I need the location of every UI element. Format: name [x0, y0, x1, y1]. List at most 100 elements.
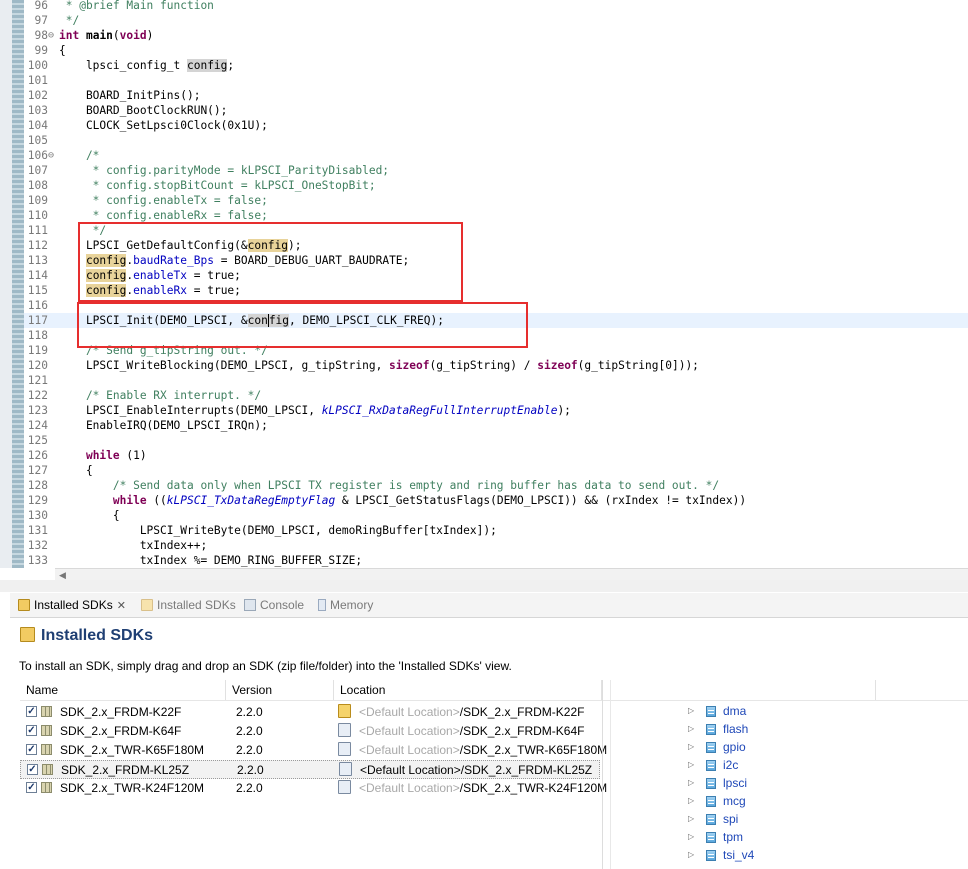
panel-divider[interactable] — [0, 580, 968, 592]
code-line[interactable]: 132 txIndex++; — [24, 538, 968, 553]
code-line[interactable]: 109 * config.enableTx = false; — [24, 193, 968, 208]
tree-item-label: mcg — [723, 794, 746, 808]
tab-memory[interactable]: Memory — [318, 593, 373, 617]
archive-icon — [338, 742, 351, 756]
code-line[interactable]: 103 BOARD_BootClockRUN(); — [24, 103, 968, 118]
line-number: 122 — [27, 389, 48, 402]
code-line[interactable]: 123 LPSCI_EnableInterrupts(DEMO_LPSCI, k… — [24, 403, 968, 418]
sdk-icon — [141, 599, 153, 611]
line-number: 130 — [27, 509, 48, 522]
code-line[interactable]: 110 * config.enableRx = false; — [24, 208, 968, 223]
code-line[interactable]: 98 ⊖ int main(void) — [24, 28, 968, 43]
sdk-checkbox[interactable]: ✓ — [26, 744, 37, 755]
folder-icon — [338, 704, 351, 718]
code-line[interactable]: 100 lpsci_config_t config; — [24, 58, 968, 73]
code-text: * config.enableTx = false; — [59, 193, 268, 208]
expand-arrow-icon[interactable]: ▷ — [688, 760, 694, 769]
code-token: ; — [227, 59, 235, 72]
code-line[interactable]: 99 { — [24, 43, 968, 58]
expand-arrow-icon[interactable]: ▷ — [688, 832, 694, 841]
code-line[interactable]: 104 CLOCK_SetLpsci0Clock(0x1U); — [24, 118, 968, 133]
code-line[interactable]: 127 { — [24, 463, 968, 478]
expand-arrow-icon[interactable]: ▷ — [688, 850, 694, 859]
code-line[interactable]: 126 while (1) — [24, 448, 968, 463]
code-line[interactable]: 108 * config.stopBitCount = kLPSCI_OneSt… — [24, 178, 968, 193]
table-row[interactable]: ✓ SDK_2.x_FRDM-K22F 2.2.0 <Default Location… — [20, 703, 600, 722]
fold-toggle-icon[interactable]: ⊖ — [48, 28, 58, 43]
fold-toggle-icon[interactable]: ⊖ — [48, 148, 58, 163]
code-line[interactable]: 107 * config.parityMode = kLPSCI_ParityD… — [24, 163, 968, 178]
sdk-version: 2.2.0 — [236, 705, 263, 719]
table-row[interactable]: ✓ SDK_2.x_TWR-K65F180M 2.2.0 <Default Locat… — [20, 741, 607, 760]
sdk-location: <Default Location>/SDK_2.x_FRDM-KL25Z — [360, 763, 592, 777]
sdk-package-icon — [41, 744, 52, 755]
sdk-package-icon — [42, 764, 53, 775]
column-header-version[interactable]: Version — [226, 680, 334, 700]
code-token: int — [59, 29, 80, 42]
tab-installed-sdks[interactable]: Installed SDKs ✕ — [18, 593, 126, 617]
code-line[interactable]: 129 while ((kLPSCI_TxDataRegEmptyFlag & … — [24, 493, 968, 508]
code-line[interactable]: 131 LPSCI_WriteByte(DEMO_LPSCI, demoRing… — [24, 523, 968, 538]
expand-arrow-icon[interactable]: ▷ — [688, 796, 694, 805]
highlight-box-config — [78, 222, 463, 302]
line-number: 119 — [27, 344, 48, 357]
code-token: BOARD_BootClockRUN(); — [59, 104, 228, 117]
close-icon[interactable]: ✕ — [117, 600, 126, 612]
code-text: /* — [59, 148, 99, 163]
table-row[interactable]: ✓ SDK_2.x_FRDM-KL25Z 2.2.0 <Default Locatio… — [20, 760, 600, 779]
code-line[interactable]: 106 ⊖ /* — [24, 148, 968, 163]
expand-arrow-icon[interactable]: ▷ — [688, 778, 694, 787]
code-line[interactable]: 120 LPSCI_WriteBlocking(DEMO_LPSCI, g_ti… — [24, 358, 968, 373]
code-line[interactable]: 102 BOARD_InitPins(); — [24, 88, 968, 103]
code-line[interactable]: 125 — [24, 433, 968, 448]
code-line[interactable]: 122 /* Enable RX interrupt. */ — [24, 388, 968, 403]
column-header-name[interactable]: Name — [20, 680, 226, 700]
code-text: { — [59, 43, 66, 58]
sdk-checkbox[interactable]: ✓ — [26, 782, 37, 793]
line-number: 127 — [27, 464, 48, 477]
line-number: 123 — [27, 404, 48, 417]
expand-arrow-icon[interactable]: ▷ — [688, 742, 694, 751]
code-token: lpsci_config_t — [59, 59, 187, 72]
sdk-checkbox[interactable]: ✓ — [27, 764, 38, 775]
code-line[interactable]: 97 */ — [24, 13, 968, 28]
column-header-location[interactable]: Location — [334, 680, 602, 700]
code-token: (g_tipString[0])); — [577, 359, 699, 372]
line-number: 129 — [27, 494, 48, 507]
sdk-checkbox[interactable]: ✓ — [26, 725, 37, 736]
panel-title: Installed SDKs — [20, 627, 153, 645]
sdk-location: <Default Location>/SDK_2.x_TWR-K24F120M — [359, 781, 607, 795]
tab-console[interactable]: Console — [244, 593, 304, 617]
code-line[interactable]: 96 * @brief Main function — [24, 0, 968, 13]
expand-arrow-icon[interactable]: ▷ — [688, 814, 694, 823]
code-line[interactable]: 128 /* Send data only when LPSCI TX regi… — [24, 478, 968, 493]
sdk-name: SDK_2.x_FRDM-K22F — [60, 705, 182, 719]
tab-installed-sdks-2[interactable]: Installed SDKs — [141, 593, 236, 617]
table-row[interactable]: ✓ SDK_2.x_FRDM-K64F 2.2.0 <Default Location… — [20, 722, 600, 741]
code-token: sizeof — [537, 359, 578, 372]
code-line[interactable]: 121 — [24, 373, 968, 388]
code-token: main — [85, 29, 113, 42]
line-number: 108 — [27, 179, 48, 192]
code-line[interactable]: 130 { — [24, 508, 968, 523]
code-text: * config.enableRx = false; — [59, 208, 268, 223]
code-line[interactable]: 105 — [24, 133, 968, 148]
table-row[interactable]: ✓ SDK_2.x_TWR-K24F120M 2.2.0 <Default Locat… — [20, 779, 607, 798]
code-token: while — [85, 449, 120, 462]
code-token: */ — [59, 14, 80, 27]
code-line[interactable]: 124 EnableIRQ(DEMO_LPSCI_IRQn); — [24, 418, 968, 433]
code-editor[interactable]: 96 * @brief Main function 97 */98 ⊖ int mai… — [0, 0, 968, 568]
line-number: 103 — [27, 104, 48, 117]
code-token: & LPSCI_GetStatusFlags(DEMO_LPSCI)) && (… — [335, 494, 747, 507]
sdk-checkbox[interactable]: ✓ — [26, 706, 37, 717]
code-line[interactable]: 133 txIndex %= DEMO_RING_BUFFER_SIZE; — [24, 553, 968, 568]
source-folder-icon — [706, 814, 716, 825]
expand-arrow-icon[interactable]: ▷ — [688, 706, 694, 715]
expand-arrow-icon[interactable]: ▷ — [688, 724, 694, 733]
line-number: 114 — [27, 269, 48, 282]
tree-item-label: dma — [723, 704, 747, 718]
code-token: { — [59, 44, 66, 57]
code-line[interactable]: 101 — [24, 73, 968, 88]
sash-divider[interactable] — [602, 680, 603, 869]
